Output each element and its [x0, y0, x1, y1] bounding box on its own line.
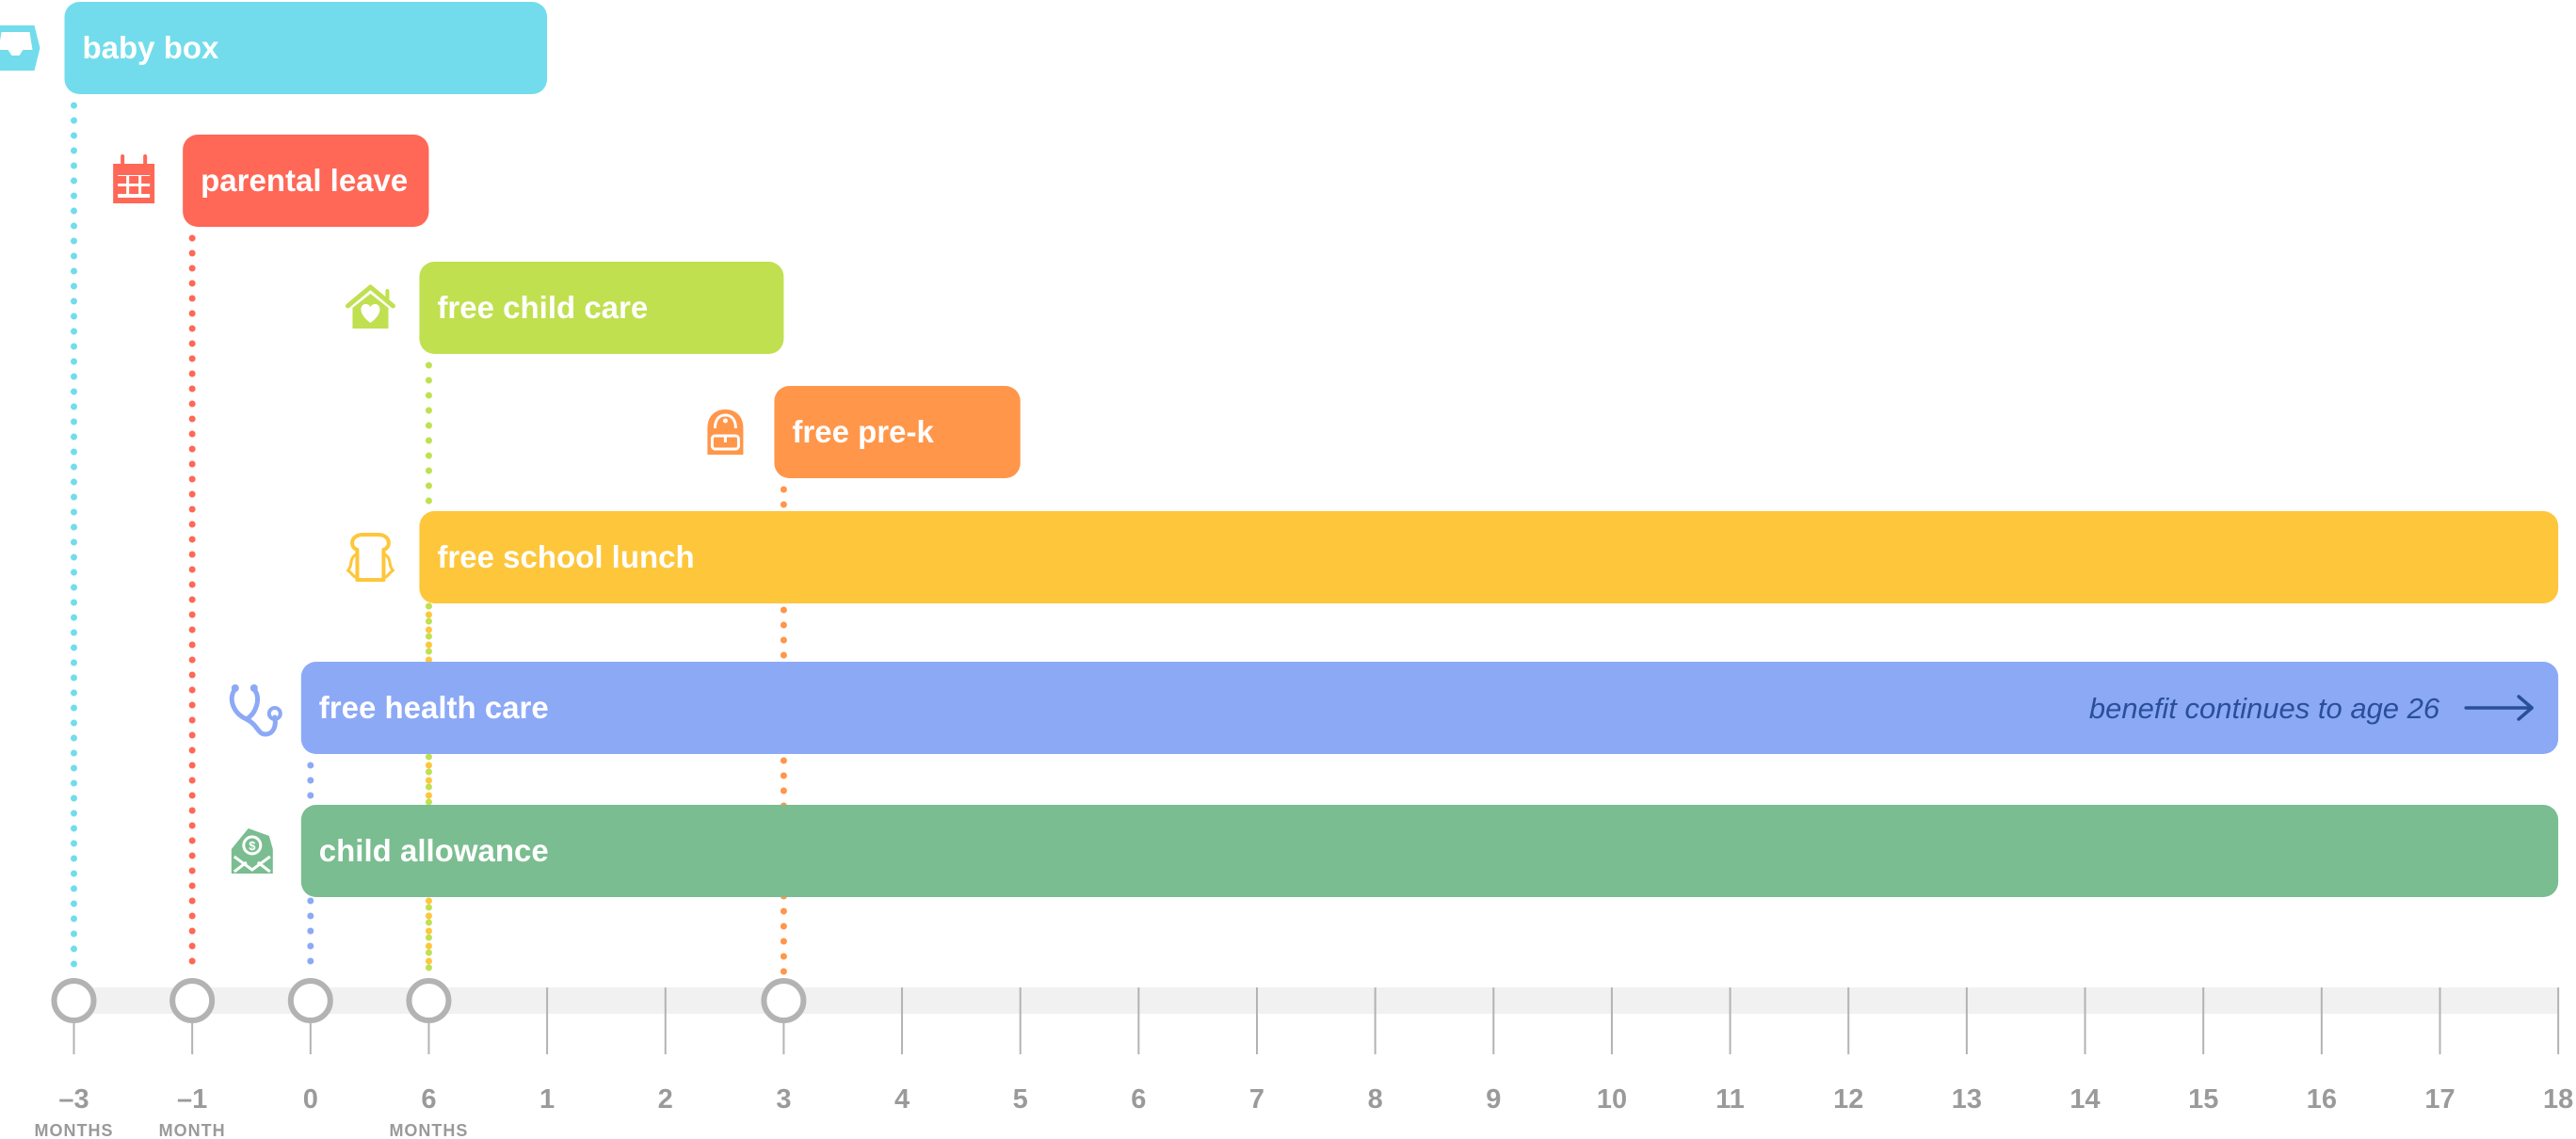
- tick-label: 16: [2307, 1084, 2337, 1115]
- benefit-bar-baby-box: baby box: [0, 2, 548, 94]
- benefit-bar-free-school-lunch: free school lunch: [346, 511, 2559, 603]
- tick-label: 6: [1131, 1084, 1146, 1115]
- bar-label: free child care: [437, 290, 648, 325]
- tick-unit-label: MONTH: [159, 1121, 226, 1139]
- tick-label: 10: [1597, 1084, 1627, 1115]
- milestone-marker: [287, 978, 333, 1023]
- bar-rect: [419, 511, 2559, 603]
- tick-label: 7: [1249, 1084, 1264, 1115]
- tick-label: 11: [1715, 1084, 1745, 1115]
- house-heart-icon: [345, 284, 395, 329]
- tick-label: 0: [303, 1084, 318, 1115]
- tick-label: 14: [2069, 1084, 2100, 1115]
- tick-unit-label: MONTHS: [389, 1121, 468, 1139]
- benefits-timeline-chart: –3MONTHS–1MONTH0 6MONTHS1 2 3 4 5 6 7 8 9 10 11 12 13…: [0, 2, 2573, 1139]
- tick-label: 6: [421, 1084, 436, 1115]
- tick-label: 8: [1368, 1084, 1383, 1115]
- bar-note: benefit continues to age 26: [2089, 692, 2440, 725]
- bar-label: free school lunch: [437, 539, 694, 574]
- bar-label: free health care: [319, 690, 549, 725]
- tick-unit-label: MONTHS: [35, 1121, 114, 1139]
- tick-label: 18: [2543, 1084, 2573, 1115]
- benefit-bar-free-pre-k: free pre-k: [707, 386, 1021, 478]
- tick-label: 1: [539, 1084, 555, 1115]
- backpack-icon: [707, 409, 744, 455]
- tick-label: 15: [2188, 1084, 2218, 1115]
- stethoscope-icon: [229, 684, 282, 737]
- tick-label: 3: [776, 1084, 791, 1115]
- tick-label: 17: [2424, 1084, 2455, 1115]
- bar-label: baby box: [83, 30, 220, 65]
- calendar-icon: [113, 154, 155, 203]
- milestone-marker: [51, 978, 97, 1023]
- benefit-bar-free-health-care: free health care benefit continues to age…: [229, 662, 2559, 754]
- benefit-bar-free-child-care: free child care: [345, 262, 784, 354]
- sandwich-icon: [346, 533, 394, 582]
- tick-label: 4: [894, 1084, 910, 1115]
- tick-label: –1: [177, 1084, 207, 1115]
- benefit-bar-child-allowance: child allowance $: [231, 805, 2559, 897]
- milestone-marker: [761, 978, 807, 1023]
- tick-label: 12: [1833, 1084, 1863, 1115]
- bar-rect: [300, 805, 2559, 897]
- bar-label: child allowance: [319, 833, 549, 868]
- milestone-marker: [406, 978, 452, 1023]
- bar-label: free pre-k: [792, 414, 934, 449]
- age-axis: –3MONTHS–1MONTH0 6MONTHS1 2 3 4 5 6 7 8 9 10 11 12 13…: [35, 978, 2573, 1139]
- milestone-marker: [169, 978, 216, 1023]
- tick-label: –3: [58, 1084, 89, 1115]
- tick-label: 5: [1013, 1084, 1028, 1115]
- tick-label: 13: [1952, 1084, 1982, 1115]
- tick-label: 2: [658, 1084, 673, 1115]
- bar-label: parental leave: [201, 163, 408, 198]
- dollar-sign: $: [249, 839, 256, 853]
- benefit-bars: baby box parental leave free child care fre…: [0, 2, 2559, 897]
- baby-box-icon: [0, 25, 40, 71]
- money-envelope-icon: $: [231, 828, 273, 874]
- benefit-bar-parental-leave: parental leave: [113, 135, 429, 227]
- tick-label: 9: [1486, 1084, 1501, 1115]
